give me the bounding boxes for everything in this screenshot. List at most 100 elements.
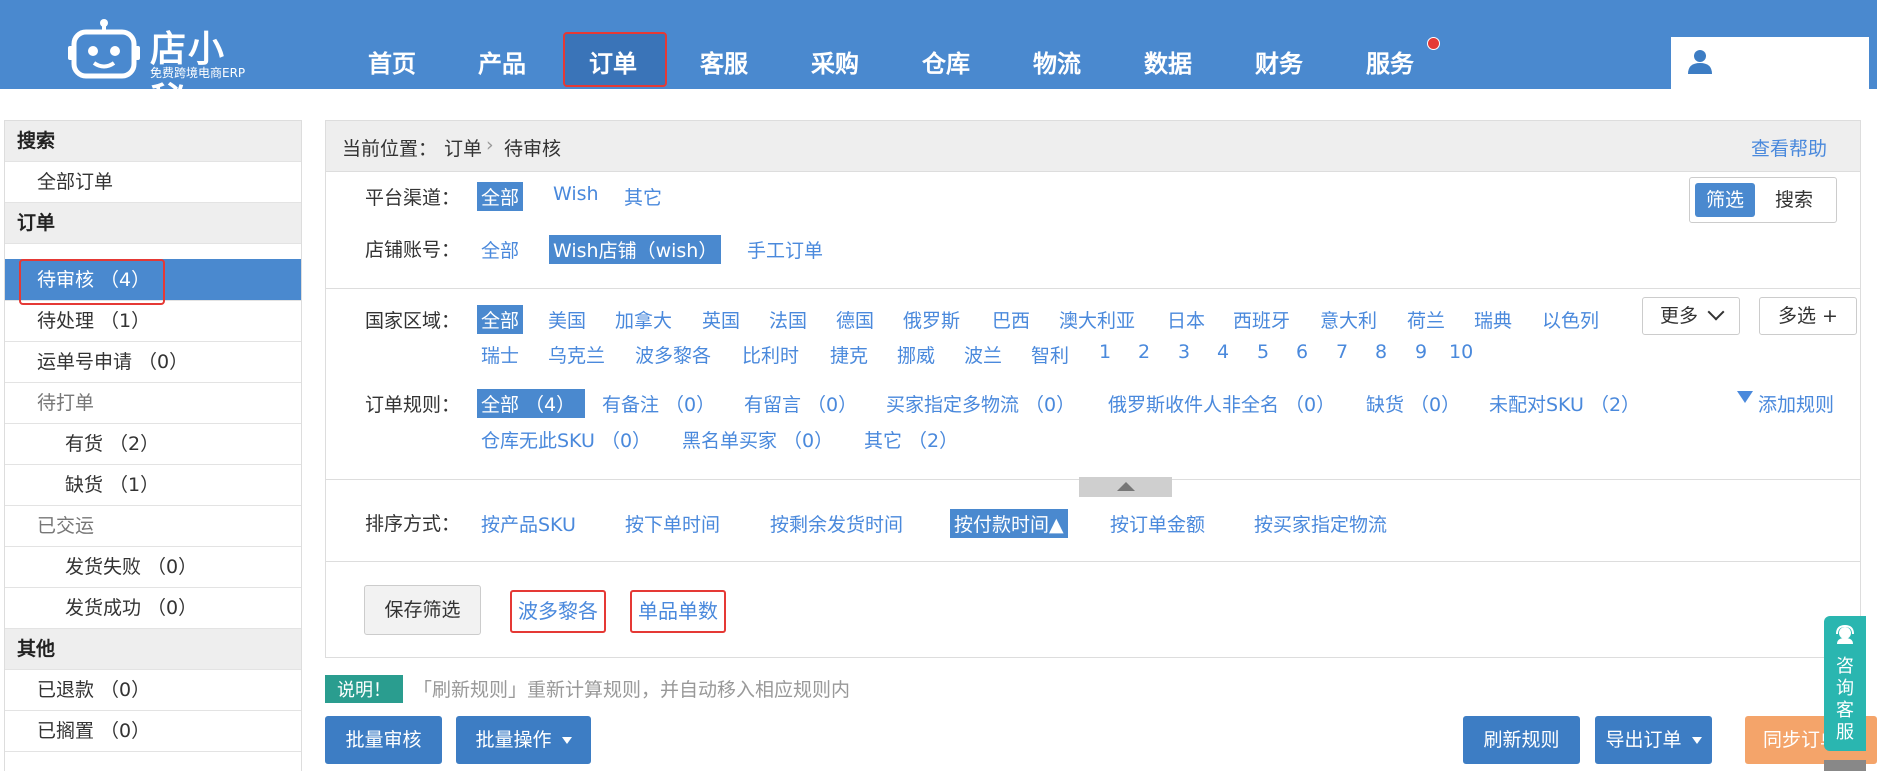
- robot-logo-icon: [68, 19, 140, 79]
- rule-option[interactable]: 有备注 （0）: [602, 390, 715, 417]
- save-filter-button[interactable]: 保存筛选: [364, 585, 481, 635]
- rule-option[interactable]: 有留言 （0）: [744, 390, 857, 417]
- store-option-all[interactable]: 全部: [481, 236, 519, 263]
- sort-option-order-time[interactable]: 按下单时间: [625, 510, 720, 537]
- country-option[interactable]: 全部: [477, 305, 524, 334]
- sidebar-item-pending-process[interactable]: 待处理 （1）: [5, 301, 301, 342]
- rule-option[interactable]: 买家指定多物流 （0）: [886, 390, 1075, 417]
- sort-option-payment-time[interactable]: 按付款时间▲: [950, 509, 1068, 538]
- country-option[interactable]: 2: [1138, 341, 1150, 363]
- country-option[interactable]: 加拿大: [615, 306, 672, 333]
- sidebar-item-shipped[interactable]: 已交运: [5, 506, 301, 547]
- country-option[interactable]: 英国: [702, 306, 740, 333]
- nav-finance[interactable]: 财务: [1255, 44, 1303, 79]
- nav-data[interactable]: 数据: [1144, 44, 1192, 79]
- chevron-down-icon: [1707, 303, 1725, 321]
- sort-option-sku[interactable]: 按产品SKU: [481, 510, 576, 537]
- country-option[interactable]: 8: [1375, 341, 1387, 363]
- rule-option[interactable]: 黑名单买家 （0）: [682, 426, 833, 453]
- sidebar-item-ship-success[interactable]: 发货成功 （0）: [5, 588, 301, 629]
- sidebar-item-in-stock[interactable]: 有货 （2）: [5, 424, 301, 465]
- saved-filter-single-item[interactable]: 单品单数: [630, 590, 726, 633]
- country-option[interactable]: 乌克兰: [548, 341, 605, 368]
- country-option[interactable]: 10: [1449, 341, 1473, 363]
- country-option[interactable]: 荷兰: [1407, 306, 1445, 333]
- country-option[interactable]: 波兰: [964, 341, 1002, 368]
- batch-review-button[interactable]: 批量审核: [325, 716, 442, 764]
- filter-mode-button[interactable]: 筛选: [1695, 183, 1755, 217]
- country-option[interactable]: 比利时: [742, 341, 799, 368]
- nav-products[interactable]: 产品: [478, 44, 526, 79]
- country-option[interactable]: 意大利: [1320, 306, 1377, 333]
- country-option[interactable]: 德国: [836, 306, 874, 333]
- country-option[interactable]: 1: [1099, 341, 1111, 363]
- rule-option[interactable]: 俄罗斯收件人非全名 （0）: [1108, 390, 1335, 417]
- nav-warehouse[interactable]: 仓库: [922, 44, 970, 79]
- rule-option[interactable]: 未配对SKU （2）: [1489, 390, 1640, 417]
- country-option[interactable]: 9: [1415, 341, 1427, 363]
- country-option[interactable]: 以色列: [1542, 306, 1599, 333]
- sidebar-item-to-print[interactable]: 待打单: [5, 383, 301, 424]
- country-option[interactable]: 法国: [769, 306, 807, 333]
- country-option[interactable]: 澳大利亚: [1059, 306, 1135, 333]
- export-orders-label: 导出订单: [1605, 729, 1682, 751]
- country-option[interactable]: 瑞士: [481, 341, 519, 368]
- sidebar-item-on-hold[interactable]: 已搁置 （0）: [5, 711, 301, 752]
- country-option[interactable]: 4: [1217, 341, 1229, 363]
- sidebar-item-tracking-apply[interactable]: 运单号申请 （0）: [5, 342, 301, 383]
- breadcrumb-orders[interactable]: 订单: [444, 134, 482, 161]
- sidebar-item-out-of-stock[interactable]: 缺货 （1）: [5, 465, 301, 506]
- nav-home[interactable]: 首页: [368, 44, 416, 79]
- filter-funnel-icon: [1737, 391, 1753, 403]
- country-option[interactable]: 波多黎各: [635, 341, 711, 368]
- saved-filter-puerto-rico[interactable]: 波多黎各: [510, 590, 606, 633]
- nav-purchasing[interactable]: 采购: [811, 44, 859, 79]
- store-option-wish[interactable]: Wish店铺（wish）: [549, 235, 722, 264]
- country-option[interactable]: 日本: [1167, 306, 1205, 333]
- sidebar-item-all-orders[interactable]: 全部订单: [5, 162, 301, 203]
- country-option[interactable]: 巴西: [992, 306, 1030, 333]
- country-option[interactable]: 7: [1336, 341, 1348, 363]
- country-option[interactable]: 俄罗斯: [903, 306, 960, 333]
- sort-option-buyer-logistics[interactable]: 按买家指定物流: [1254, 510, 1387, 537]
- store-option-manual[interactable]: 手工订单: [747, 236, 823, 263]
- export-orders-button[interactable]: 导出订单: [1595, 716, 1712, 764]
- platform-option-wish[interactable]: Wish: [553, 183, 599, 205]
- platform-option-other[interactable]: 其它: [624, 183, 662, 210]
- nav-orders[interactable]: 订单: [589, 44, 637, 79]
- batch-operations-button[interactable]: 批量操作: [456, 716, 591, 764]
- refresh-rules-button[interactable]: 刷新规则: [1463, 716, 1580, 764]
- country-option[interactable]: 捷克: [830, 341, 868, 368]
- help-link[interactable]: 查看帮助: [1751, 134, 1827, 161]
- nav-services[interactable]: 服务: [1366, 44, 1414, 79]
- sidebar-item-refunded[interactable]: 已退款 （0）: [5, 670, 301, 711]
- platform-option-all[interactable]: 全部: [477, 182, 524, 211]
- rule-option[interactable]: 其它 （2）: [864, 426, 958, 453]
- collapse-toggle[interactable]: [1079, 477, 1172, 497]
- logo[interactable]: 店小秘 免费跨境电商ERP: [68, 10, 258, 122]
- more-countries-button[interactable]: 更多: [1642, 297, 1740, 335]
- country-option[interactable]: 6: [1296, 341, 1308, 363]
- sort-option-amount[interactable]: 按订单金额: [1110, 510, 1205, 537]
- rule-option[interactable]: 仓库无此SKU （0）: [481, 426, 651, 453]
- sidebar-head-orders: 订单: [5, 203, 301, 244]
- rule-option[interactable]: 缺货 （0）: [1366, 390, 1460, 417]
- search-mode-button[interactable]: 搜索: [1762, 183, 1826, 217]
- nav-customer-service[interactable]: 客服: [700, 44, 748, 79]
- country-option[interactable]: 西班牙: [1233, 306, 1290, 333]
- country-option[interactable]: 瑞典: [1474, 306, 1512, 333]
- add-rule-link[interactable]: 添加规则: [1758, 390, 1834, 417]
- sidebar-item-ship-failed[interactable]: 发货失败 （0）: [5, 547, 301, 588]
- user-menu[interactable]: [1671, 37, 1869, 89]
- sort-option-remaining-time[interactable]: 按剩余发货时间: [770, 510, 903, 537]
- multi-select-button[interactable]: 多选 +: [1759, 297, 1857, 335]
- nav-logistics[interactable]: 物流: [1033, 44, 1081, 79]
- scroll-handle[interactable]: [1824, 760, 1866, 771]
- country-option[interactable]: 挪威: [897, 341, 935, 368]
- chat-support-widget[interactable]: 咨询客服: [1824, 616, 1866, 751]
- country-option[interactable]: 美国: [548, 306, 586, 333]
- rule-option[interactable]: 全部 （4）: [477, 389, 586, 418]
- country-option[interactable]: 3: [1178, 341, 1190, 363]
- country-option[interactable]: 智利: [1031, 341, 1069, 368]
- country-option[interactable]: 5: [1257, 341, 1269, 363]
